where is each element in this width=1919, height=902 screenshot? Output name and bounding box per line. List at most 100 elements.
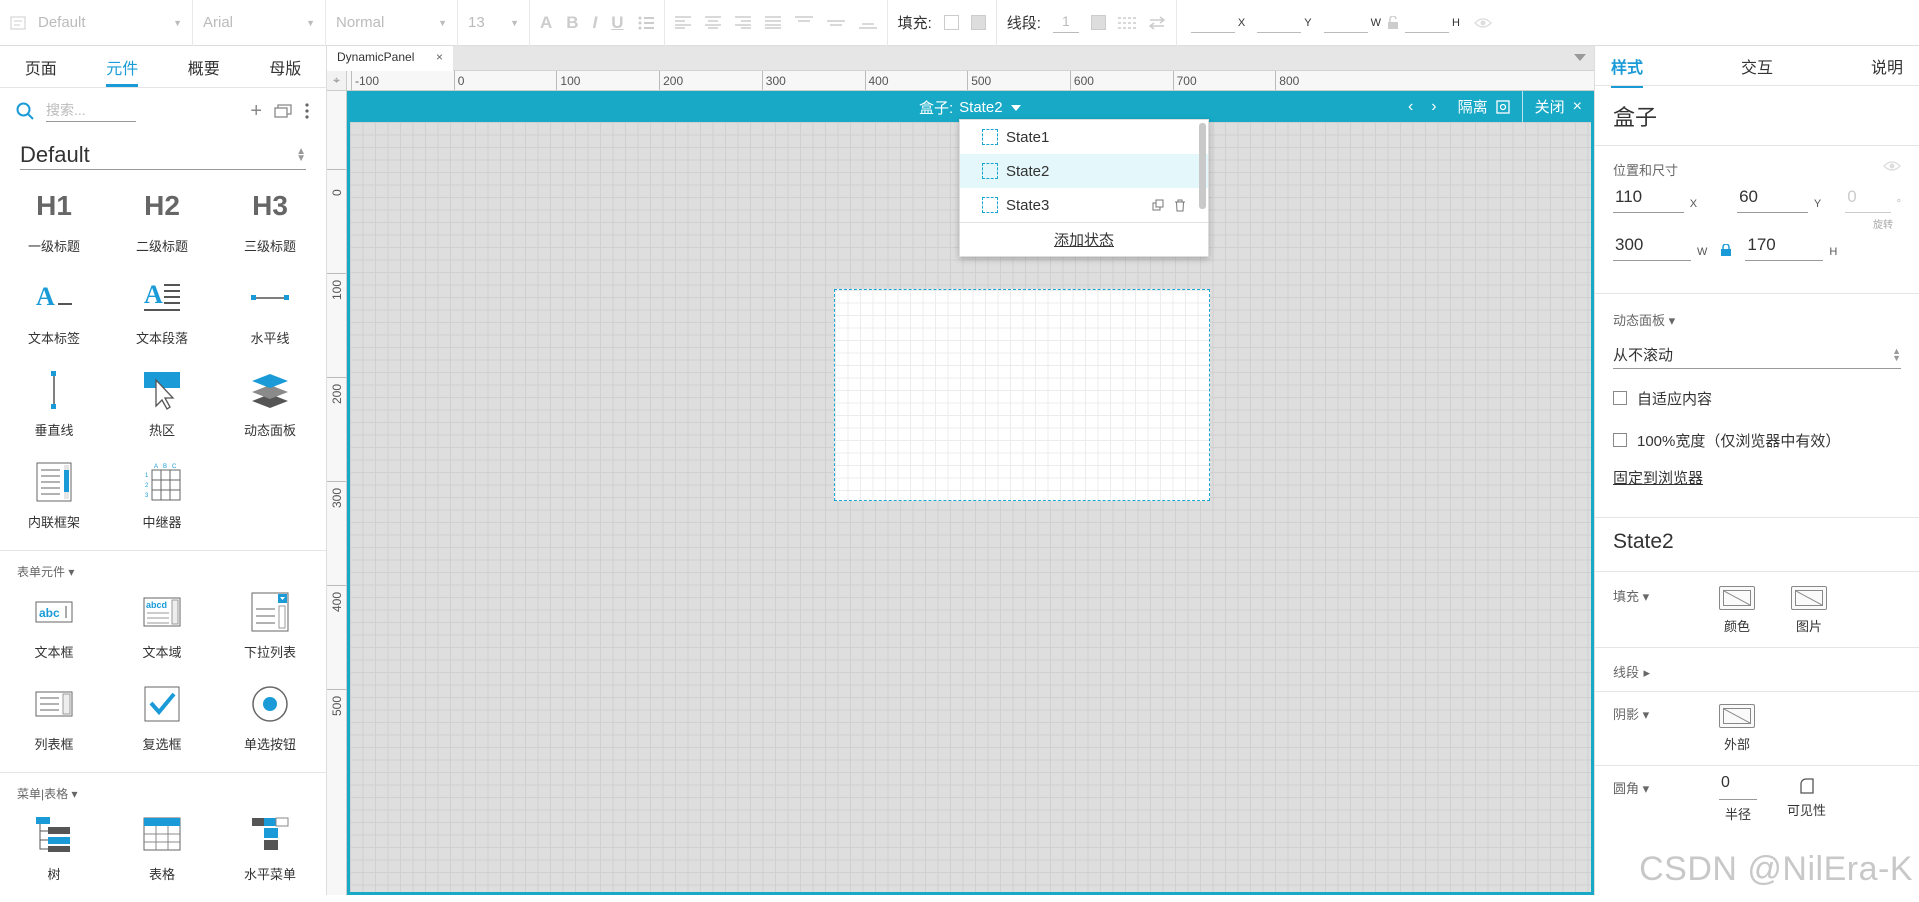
library-select[interactable]: Default ▲▼	[20, 140, 306, 170]
widget-horizontal-menu[interactable]: 水平菜单	[216, 810, 324, 902]
fill-shadow-swatch[interactable]	[971, 15, 986, 30]
align-right-icon[interactable]	[735, 16, 751, 29]
dropdown-scrollbar[interactable]	[1199, 123, 1206, 209]
justify-icon[interactable]	[765, 16, 781, 29]
font-color-icon[interactable]: A	[540, 13, 552, 33]
arrow-style-icon[interactable]	[1148, 16, 1166, 30]
stroke-width-field[interactable]: 1	[1053, 13, 1079, 33]
w-field[interactable]	[1324, 13, 1368, 33]
widget-repeater[interactable]: ABC123中继器	[108, 458, 216, 550]
align-left-icon[interactable]	[675, 16, 691, 29]
stroke-pattern-icon[interactable]	[1118, 16, 1136, 29]
tabs-dropdown-icon[interactable]	[1574, 54, 1586, 61]
lock-ratio-icon[interactable]	[1387, 16, 1399, 30]
element-name[interactable]: 盒子	[1595, 86, 1919, 146]
close-panel-button[interactable]: 关闭 ×	[1523, 91, 1594, 122]
h-field[interactable]	[1405, 13, 1449, 33]
shadow-outer-button[interactable]: 外部	[1719, 704, 1755, 753]
close-icon[interactable]: ×	[436, 50, 443, 67]
widget-inline-frame[interactable]: 内联框架	[0, 458, 108, 550]
widget-h2[interactable]: H2二级标题	[108, 182, 216, 274]
style-select[interactable]: Default ▼	[0, 0, 193, 46]
scroll-select[interactable]: 从不滚动 ▲▼	[1613, 341, 1901, 369]
widget-vertical-line[interactable]: 垂直线	[0, 366, 108, 458]
delete-icon[interactable]	[1174, 199, 1186, 212]
widget-radio-button[interactable]: 单选按钮	[216, 680, 324, 772]
widget-text-paragraph[interactable]: A文本段落	[108, 274, 216, 366]
state-selector[interactable]: 盒子: State2	[919, 97, 1021, 118]
stroke-section[interactable]: 线段 ▸	[1595, 648, 1919, 692]
menu-section-header[interactable]: 菜单|表格 ▾	[0, 772, 326, 802]
tab-masters[interactable]: 母版	[263, 47, 307, 87]
state-item-state1[interactable]: State1	[960, 120, 1208, 154]
radius-label[interactable]: 圆角 ▾	[1613, 778, 1649, 797]
fill-color-swatch[interactable]	[944, 15, 959, 30]
italic-icon[interactable]: I	[593, 13, 598, 33]
stroke-color-swatch[interactable]	[1091, 15, 1106, 30]
eye-icon[interactable]	[1466, 17, 1492, 29]
duplicate-icon[interactable]	[1152, 199, 1164, 212]
widget-tree[interactable]: 树	[0, 810, 108, 902]
more-options-icon[interactable]	[304, 103, 310, 119]
form-section-header[interactable]: 表单元件 ▾	[0, 550, 326, 580]
widget-horizontal-line[interactable]: 水平线	[216, 274, 324, 366]
bold-icon[interactable]: B	[566, 13, 578, 33]
x-field[interactable]	[1191, 13, 1235, 33]
valign-top-icon[interactable]	[795, 16, 813, 29]
font-size-select[interactable]: 13 ▼	[458, 0, 530, 46]
y-field[interactable]	[1257, 13, 1301, 33]
fill-color-button[interactable]: 颜色	[1719, 586, 1755, 635]
library-manager-icon[interactable]	[274, 104, 292, 118]
add-state-button[interactable]: 添加状态	[960, 222, 1208, 256]
tab-widgets[interactable]: 元件	[100, 47, 144, 87]
tab-notes[interactable]: 说明	[1871, 46, 1903, 86]
w-input[interactable]: 300	[1613, 235, 1691, 261]
widget-dynamic-panel[interactable]: 动态面板	[216, 366, 324, 458]
widget-listbox[interactable]: 列表框	[0, 680, 108, 772]
next-state-icon[interactable]: ›	[1422, 98, 1445, 116]
search-input[interactable]: 搜索...	[46, 100, 136, 122]
fill-label[interactable]: 填充 ▾	[1613, 586, 1649, 605]
rotation-input[interactable]: 0	[1845, 187, 1890, 213]
tab-pages[interactable]: 页面	[19, 47, 63, 87]
dynamic-panel-label[interactable]: 动态面板 ▾	[1613, 294, 1901, 329]
widget-text-field[interactable]: abc文本框	[0, 588, 108, 680]
tab-interactions[interactable]: 交互	[1741, 46, 1773, 86]
prev-state-icon[interactable]: ‹	[1399, 98, 1422, 116]
pin-to-browser-link[interactable]: 固定到浏览器	[1613, 467, 1901, 488]
checkbox[interactable]	[1613, 433, 1627, 447]
underline-icon[interactable]: U	[611, 13, 623, 33]
widget-h1[interactable]: H1一级标题	[0, 182, 108, 274]
tab-style[interactable]: 样式	[1611, 46, 1643, 86]
font-weight-select[interactable]: Normal ▼	[326, 0, 458, 46]
state-name[interactable]: State2	[1595, 518, 1919, 572]
y-input[interactable]: 60	[1737, 187, 1808, 213]
widget-hotspot[interactable]: 热区	[108, 366, 216, 458]
eye-icon[interactable]	[1883, 160, 1901, 179]
fit-content-checkbox[interactable]: 自适应内容	[1613, 377, 1901, 419]
valign-middle-icon[interactable]	[827, 16, 845, 29]
state-item-state3[interactable]: State3	[960, 188, 1208, 222]
checkbox[interactable]	[1613, 391, 1627, 405]
align-center-icon[interactable]	[705, 16, 721, 29]
corner-visibility-button[interactable]: 可见性	[1787, 778, 1826, 819]
doc-tab-dynamicpanel[interactable]: DynamicPanel ×	[327, 46, 453, 71]
full-width-checkbox[interactable]: 100%宽度（仅浏览器中有效）	[1613, 419, 1901, 461]
x-input[interactable]: 110	[1613, 187, 1684, 213]
h-input[interactable]: 170	[1745, 235, 1823, 261]
bullet-list-icon[interactable]	[638, 16, 654, 30]
font-select[interactable]: Arial ▼	[193, 0, 326, 46]
widget-text-area[interactable]: abcd文本域	[108, 588, 216, 680]
radius-input[interactable]: 0	[1719, 774, 1757, 800]
add-library-icon[interactable]: +	[250, 100, 262, 123]
fill-image-button[interactable]: 图片	[1791, 586, 1827, 635]
widget-h3[interactable]: H3三级标题	[216, 182, 324, 274]
widget-checkbox[interactable]: 复选框	[108, 680, 216, 772]
ruler-origin-icon[interactable]: ⌖	[327, 71, 347, 91]
widget-droplist[interactable]: 下拉列表	[216, 588, 324, 680]
isolate-button[interactable]: 隔离	[1446, 91, 1522, 122]
valign-bottom-icon[interactable]	[859, 16, 877, 29]
state-item-state2[interactable]: State2	[960, 154, 1208, 188]
tab-outline[interactable]: 概要	[182, 47, 226, 87]
widget-text-label[interactable]: A文本标签	[0, 274, 108, 366]
